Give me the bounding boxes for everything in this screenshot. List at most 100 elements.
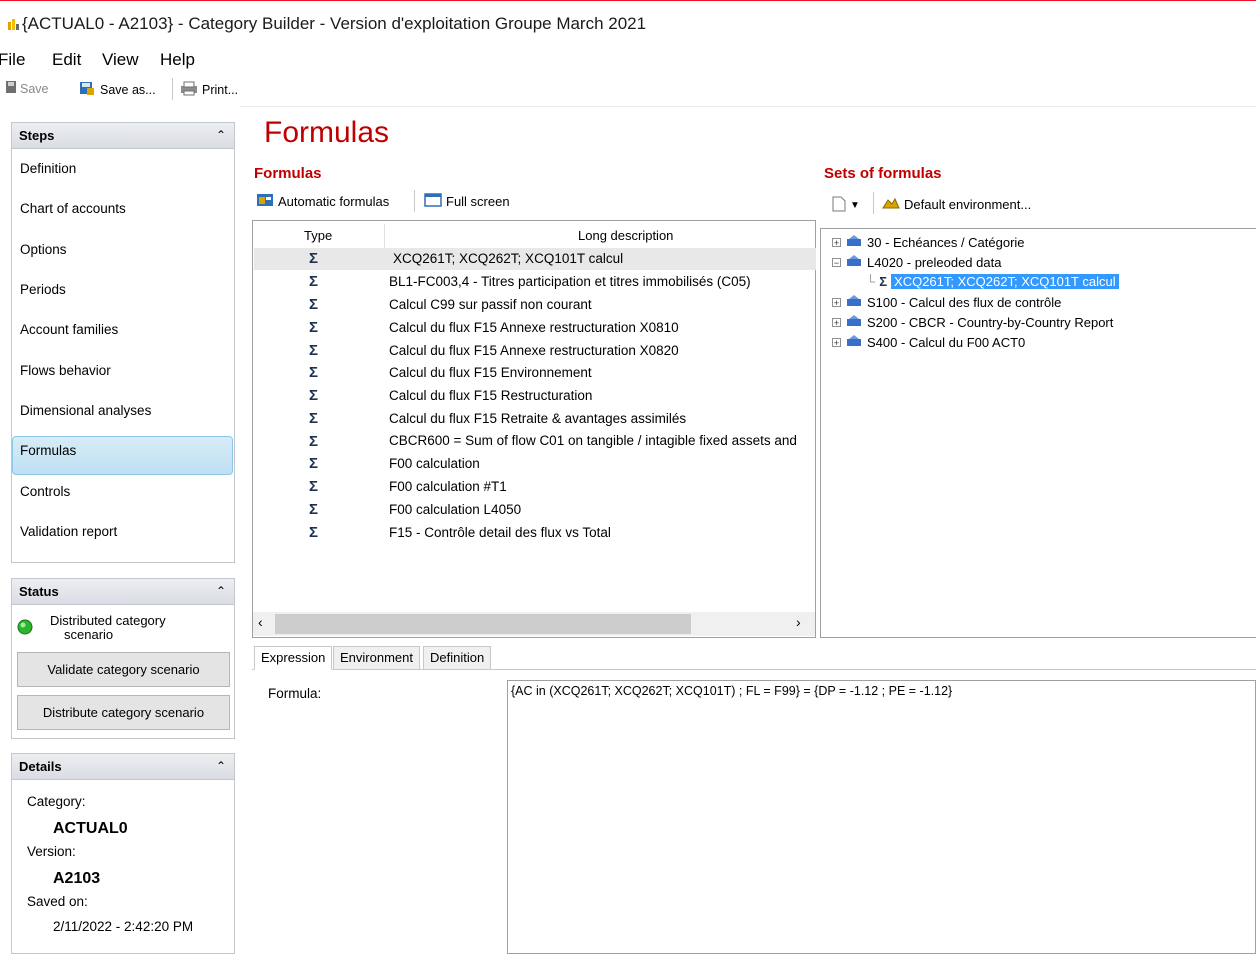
collapse-icon[interactable]: ⌃ <box>216 579 226 604</box>
table-row[interactable]: XCQ261T; XCQ262T; XCQ101T calcul <box>393 251 623 266</box>
automatic-formulas-button[interactable]: Automatic formulas <box>256 192 389 211</box>
tree-node[interactable]: + 30 - Echéances / Catégorie <box>832 234 1025 251</box>
save-as-button[interactable]: Save as... <box>78 80 156 99</box>
default-environment-label: Default environment... <box>904 197 1032 212</box>
step-dimensional-analyses[interactable]: Dimensional analyses <box>20 403 151 418</box>
expand-icon[interactable]: + <box>832 318 841 328</box>
formula-label: Formula: <box>268 686 322 701</box>
distribute-category-scenario-button[interactable]: Distribute category scenario <box>17 695 230 730</box>
saved-on-label: Saved on: <box>27 894 88 909</box>
step-account-families[interactable]: Account families <box>20 322 118 337</box>
tree-node-expanded[interactable]: − L4020 - preleoded data <box>832 254 1001 271</box>
sigma-icon: Σ <box>309 433 319 450</box>
table-row[interactable]: F15 - Contrôle detail des flux vs Total <box>389 525 611 540</box>
scroll-left-icon[interactable]: ‹ <box>258 614 263 630</box>
saved-on-value: 2/11/2022 - 2:42:20 PM <box>53 919 194 934</box>
table-row[interactable]: F00 calculation L4050 <box>389 502 521 517</box>
formulas-section-title: Formulas <box>254 165 322 182</box>
details-header-label: Details <box>19 759 62 774</box>
scrollbar-thumb[interactable] <box>275 614 691 634</box>
tree-node-label: 30 - Echéances / Catégorie <box>867 235 1025 250</box>
steps-panel-header[interactable]: Steps ⌃ <box>11 122 235 149</box>
step-formulas[interactable]: Formulas <box>20 443 76 458</box>
environment-icon <box>882 196 900 213</box>
table-row[interactable]: Calcul du flux F15 Environnement <box>389 365 592 380</box>
table-row[interactable]: Calcul du flux F15 Annexe restructuratio… <box>389 343 679 358</box>
step-options[interactable]: Options <box>20 242 67 257</box>
table-row[interactable]: F00 calculation #T1 <box>389 479 507 494</box>
tree-node-selected-label: XCQ261T; XCQ262T; XCQ101T calcul <box>891 274 1119 289</box>
category-label: Category: <box>27 794 86 809</box>
table-row[interactable]: Calcul du flux F15 Restructuration <box>389 388 592 403</box>
menu-help[interactable]: Help <box>160 50 195 70</box>
app-icon <box>8 18 20 30</box>
step-controls[interactable]: Controls <box>20 484 70 499</box>
tab-definition[interactable]: Definition <box>423 646 492 670</box>
tab-environment[interactable]: Environment <box>333 646 420 670</box>
step-validation-report[interactable]: Validation report <box>20 524 117 539</box>
scroll-right-icon[interactable]: › <box>796 614 801 630</box>
new-document-icon <box>832 196 846 215</box>
print-button[interactable]: Print... <box>180 80 238 99</box>
formula-set-icon <box>845 314 863 331</box>
tree-node[interactable]: + S100 - Calcul des flux de contrôle <box>832 294 1061 311</box>
automatic-formulas-icon <box>256 192 274 211</box>
full-screen-label: Full screen <box>446 194 510 209</box>
sets-of-formulas-tree <box>820 228 1256 638</box>
collapse-icon[interactable]: ⌃ <box>216 123 226 148</box>
version-label: Version: <box>27 844 76 859</box>
tab-expression[interactable]: Expression <box>254 646 333 670</box>
tree-node[interactable]: + S400 - Calcul du F00 ACT0 <box>832 334 1025 351</box>
category-value: ACTUAL0 <box>53 820 128 837</box>
tree-node-label: S100 - Calcul des flux de contrôle <box>867 295 1062 310</box>
toolbar-separator <box>873 192 874 214</box>
tree-node-label: S400 - Calcul du F00 ACT0 <box>867 335 1026 350</box>
default-environment-button[interactable]: Default environment... <box>882 196 1031 213</box>
sigma-icon: Σ <box>309 524 319 541</box>
sigma-icon: Σ <box>309 455 319 472</box>
step-chart-of-accounts[interactable]: Chart of accounts <box>20 201 126 216</box>
toolbar-separator <box>172 78 173 100</box>
tree-node[interactable]: + S200 - CBCR - Country-by-Country Repor… <box>832 314 1113 331</box>
expand-icon[interactable]: + <box>832 338 841 348</box>
save-label: Save <box>20 81 49 96</box>
formula-text[interactable]: {AC in (XCQ261T; XCQ262T; XCQ101T) ; FL … <box>511 684 952 698</box>
expand-icon[interactable]: + <box>832 298 841 308</box>
status-text-line2: scenario <box>64 627 114 642</box>
status-text-line1: Distributed category <box>50 613 166 628</box>
new-set-button[interactable]: ▼ <box>832 196 860 215</box>
table-row[interactable]: Calcul du flux F15 Retraite & avantages … <box>389 411 686 426</box>
full-screen-button[interactable]: Full screen <box>424 192 510 211</box>
step-definition[interactable]: Definition <box>20 161 76 176</box>
collapse-icon[interactable]: ⌃ <box>216 754 226 779</box>
save-button[interactable]: Save <box>4 80 49 97</box>
step-periods[interactable]: Periods <box>20 282 66 297</box>
column-header-long-description[interactable]: Long description <box>578 228 673 243</box>
tree-child-node[interactable]: └ Σ XCQ261T; XCQ262T; XCQ101T calcul <box>866 274 1119 289</box>
table-row[interactable]: F00 calculation <box>389 456 480 471</box>
column-header-type[interactable]: Type <box>304 228 332 243</box>
page-title: Formulas <box>264 116 390 149</box>
sigma-icon: Σ <box>309 273 319 290</box>
toolbar-separator <box>414 190 415 212</box>
status-panel-header[interactable]: Status ⌃ <box>11 578 235 605</box>
menu-view[interactable]: View <box>102 50 139 70</box>
table-row[interactable]: BL1-FC003,4 - Titres participation et ti… <box>389 274 751 289</box>
step-flows-behavior[interactable]: Flows behavior <box>20 363 111 378</box>
collapse-icon[interactable]: − <box>832 258 841 268</box>
tree-node-label: S200 - CBCR - Country-by-Country Report <box>867 315 1114 330</box>
formula-editor[interactable] <box>507 680 1256 954</box>
details-panel-header[interactable]: Details ⌃ <box>11 753 235 780</box>
dropdown-arrow-icon[interactable]: ▼ <box>850 200 860 211</box>
formula-set-icon <box>845 254 863 271</box>
sigma-icon: Σ <box>309 501 319 518</box>
menu-edit[interactable]: Edit <box>52 50 81 70</box>
menu-file[interactable]: File <box>0 50 25 70</box>
table-row[interactable]: Calcul du flux F15 Annexe restructuratio… <box>389 320 679 335</box>
table-row[interactable]: Calcul C99 sur passif non courant <box>389 297 592 312</box>
expand-icon[interactable]: + <box>832 238 841 248</box>
table-row[interactable]: CBCR600 = Sum of flow C01 on tangible / … <box>389 433 797 448</box>
sigma-icon: Σ <box>309 250 319 267</box>
validate-category-scenario-button[interactable]: Validate category scenario <box>17 652 230 687</box>
status-indicator-icon <box>17 619 33 638</box>
